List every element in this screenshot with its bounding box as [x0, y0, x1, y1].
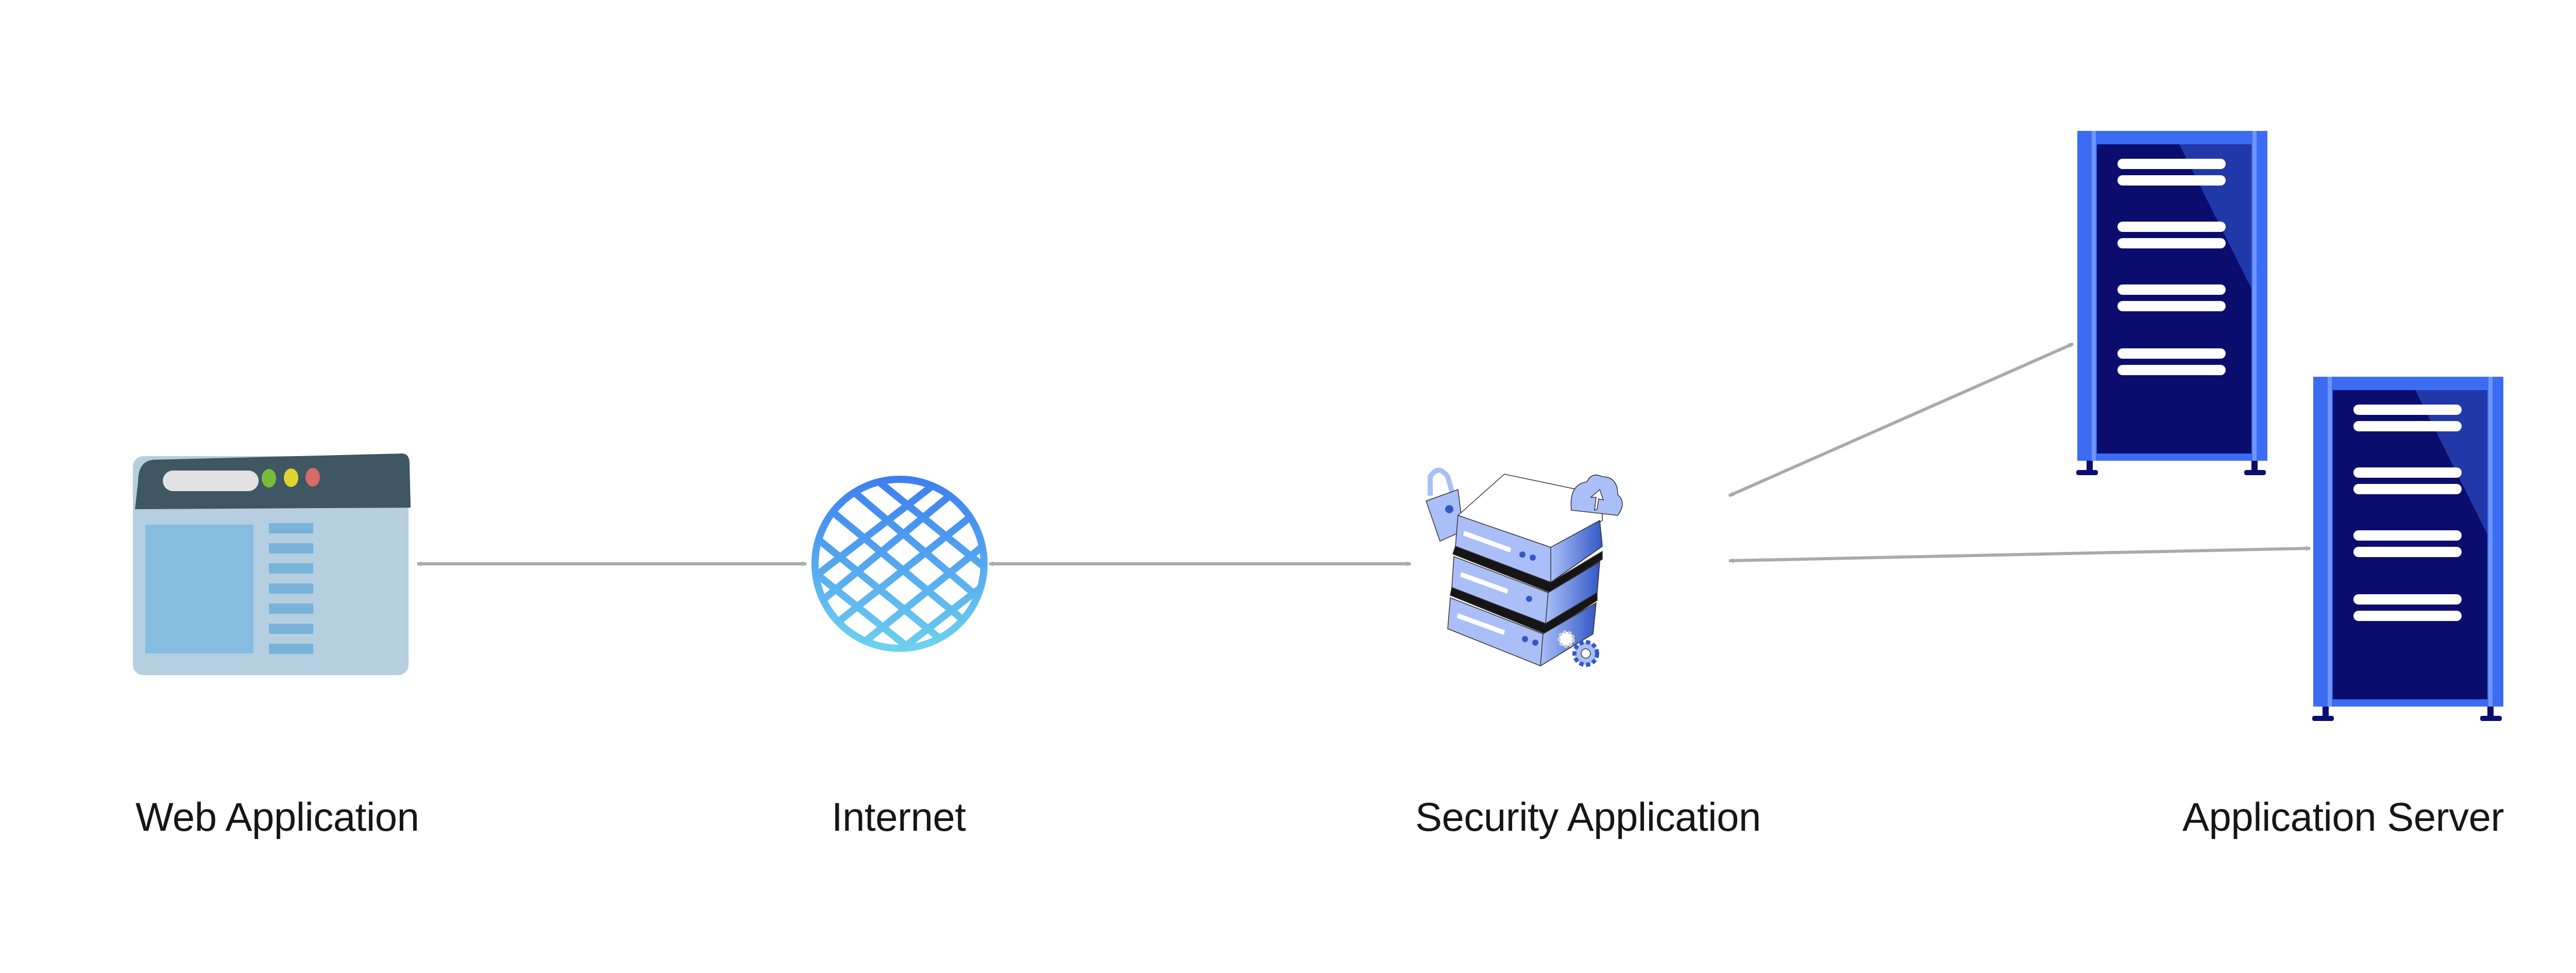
label-security-application: Security Application: [1415, 794, 1761, 840]
connector-security-server-2: [1729, 548, 2310, 561]
label-internet: Internet: [832, 794, 966, 840]
label-application-server: Application Server: [2182, 794, 2504, 840]
cloud-upload-icon: [1570, 474, 1623, 516]
globe-icon: [811, 476, 988, 652]
label-web-application: Web Application: [135, 794, 419, 840]
secure-server-stack-icon: [1426, 467, 1623, 667]
server-rack-2: [2312, 377, 2503, 721]
browser-window-icon: [133, 454, 411, 675]
connector-security-server-1: [1729, 342, 2073, 497]
server-rack-icon: [2076, 131, 2503, 721]
server-rack-1: [2076, 131, 2267, 475]
